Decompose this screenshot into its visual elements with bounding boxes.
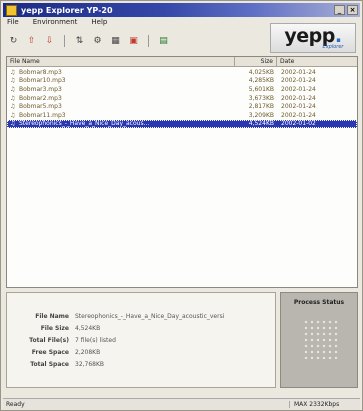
file-size: 3,673KB [248,94,274,102]
file-size: 4,025KB [248,68,274,76]
toolbar-separator [64,35,65,47]
menu-file[interactable]: File [5,18,21,28]
file-rows: ♫ Bobmar8.mp3 4,025KB 2002-01-24 ♫ Bobmar1… [7,68,357,129]
file-date: 2002-01-24 [281,103,316,111]
music-file-icon: ♫ [10,111,16,119]
file-date: 2002-01-24 [281,85,316,93]
logo-subtitle: Explorer [322,43,344,50]
file-row[interactable]: ♫ Bobmar3.mp3 5,601KB 2002-01-24 [7,85,357,94]
file-date: 2002-01-24 [281,111,316,119]
file-size: 5,601KB [248,85,274,93]
music-file-icon: ♫ [10,85,16,93]
music-file-icon: ♫ [10,77,16,85]
file-row[interactable]: ♫ Bobmar10.mp3 4,285KB 2002-01-24 [7,77,357,86]
sort-icon[interactable]: ⇅ [73,35,86,48]
file-name: Bobmar10.mp3 [19,77,66,85]
title-bar[interactable]: yepp Explorer YP-20 _ × [3,3,360,17]
status-text: Ready [6,401,25,408]
music-file-icon: ♫ [10,120,16,128]
status-bar: Ready MAX 2332Kbps [3,398,360,410]
music-file-icon: ♫ [10,68,16,76]
menu-bar: File Environment Help [5,18,109,28]
file-name: Stereophonics_-_Have_a_Nice_Day_acous... [19,120,150,128]
file-name: Bobmar3.mp3 [19,85,62,93]
file-name: Bobmar8.mp3 [19,68,62,76]
download-icon[interactable]: ⇩ [43,35,56,48]
file-row[interactable]: ♫ Bobmar5.mp3 2,817KB 2002-01-24 [7,102,357,111]
status-bitrate: MAX 2332Kbps [289,401,360,408]
app-icon [6,4,17,16]
info-free-space: Free Space 2,208KB [31,349,101,356]
file-name: Bobmar5.mp3 [19,103,62,111]
info-file-size: File Size 4,524KB [40,325,101,332]
process-status-indicator [303,319,339,359]
file-row[interactable]: ♫ Bobmar8.mp3 4,025KB 2002-01-24 [7,68,357,77]
file-size: 4,524KB [248,120,274,128]
minimize-button[interactable]: _ [334,5,345,15]
column-header-name[interactable]: File Name [7,57,235,66]
settings-icon[interactable]: ⚙ [91,35,104,48]
process-status-title: Process Status [293,299,345,306]
menu-environment[interactable]: Environment [31,18,80,28]
file-name: Bobmar11.mp3 [19,111,66,119]
delete-icon[interactable]: ▣ [127,35,140,48]
music-file-icon: ♫ [10,94,16,102]
yepp-explorer-window: yepp Explorer YP-20 _ × File Environment… [0,0,363,411]
file-row-selected[interactable]: ♫ Stereophonics_-_Have_a_Nice_Day_acous..… [7,119,357,129]
file-list-header: File Name Size Date [7,57,357,67]
exit-icon[interactable]: ▤ [157,35,170,48]
process-status-panel: Process Status [280,292,358,388]
refresh-icon[interactable]: ↻ [7,35,20,48]
file-name: Bobmar2.mp3 [19,94,62,102]
toolbar: ↻ ⇧ ⇩ ⇅ ⚙ ▦ ▣ ▤ [7,33,170,49]
file-date: 2002-01-24 [281,77,316,85]
close-button[interactable]: × [347,5,358,15]
menu-help[interactable]: Help [89,18,109,28]
toolbar-separator [148,35,149,47]
file-size: 3,209KB [248,111,274,119]
file-list[interactable]: File Name Size Date ♫ Bobmar8.mp3 4,025KB… [6,56,358,288]
file-info-panel: File Name Stereophonics_-_Have_a_Nice_Da… [6,292,276,388]
upload-icon[interactable]: ⇧ [25,35,38,48]
yepp-logo: yepp. Explorer [270,23,356,53]
music-file-icon: ♫ [10,103,16,111]
file-size: 2,817KB [248,103,274,111]
info-total-space: Total Space 32,768KB [30,361,105,368]
info-total-files: Total File(s) 7 file(s) listed [29,337,116,344]
file-row[interactable]: ♫ Bobmar11.mp3 3,209KB 2002-01-24 [7,111,357,120]
file-row[interactable]: ♫ Bobmar2.mp3 3,673KB 2002-01-24 [7,94,357,103]
grid-icon[interactable]: ▦ [109,35,122,48]
column-header-size[interactable]: Size [235,57,277,66]
window-title: yepp Explorer YP-20 [21,5,113,15]
column-header-date[interactable]: Date [277,57,357,66]
file-date: 2002-01-24 [281,68,316,76]
file-date: 2002-01-24 [281,94,316,102]
file-date: 2002-01-02 [281,120,316,128]
info-file-name: File Name Stereophonics_-_Have_a_Nice_Da… [35,313,225,320]
file-size: 4,285KB [248,77,274,85]
